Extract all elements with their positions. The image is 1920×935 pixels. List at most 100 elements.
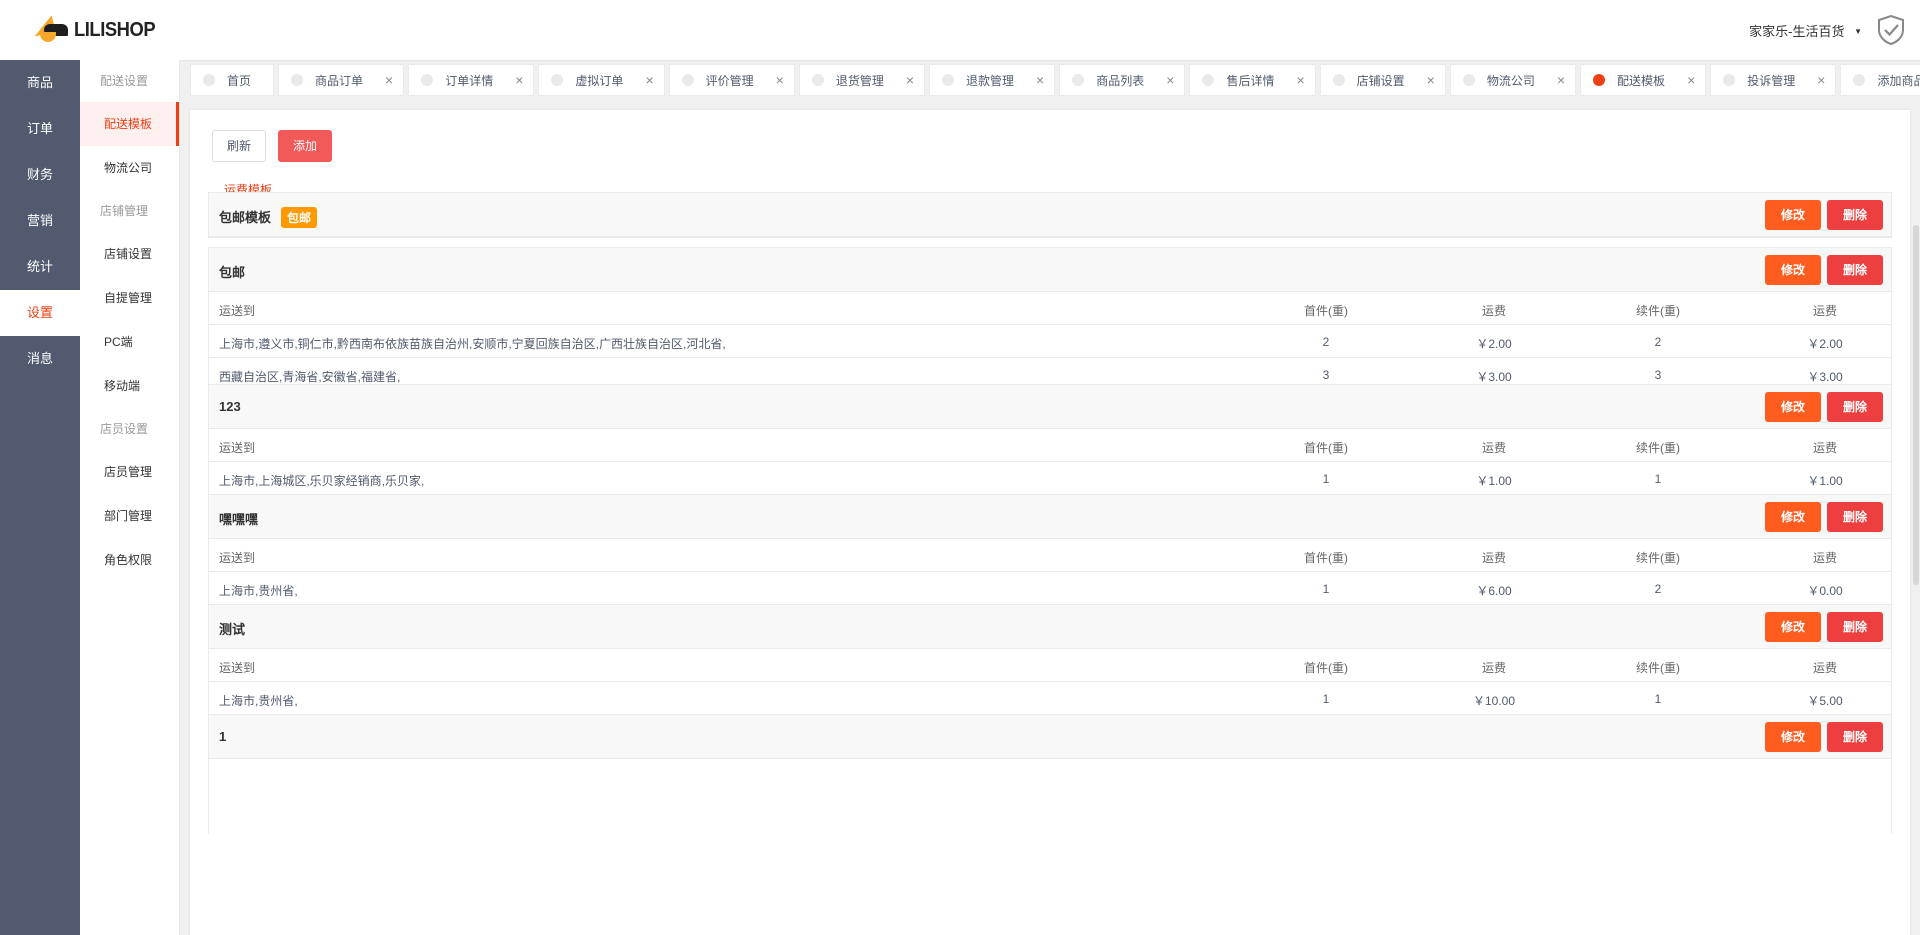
table-cell: 1 [1654,472,1662,486]
page-tab[interactable]: 投诉管理 × [1710,64,1837,96]
table-cell: ￥1.00 [1807,474,1843,488]
nav-item-4[interactable]: 统计 [0,244,80,290]
edit-button[interactable]: 修改 [1765,392,1821,422]
status-dot-icon [681,74,694,86]
sidebar-item[interactable]: 店铺设置 [80,232,179,276]
table-cell: 1 [1654,692,1662,706]
page-tabs: 首页 商品订单 × 订单详情 × 虚拟订单 × 评价管理 × 退货管理 × 退款管理 × 商品列表 × 售后详… [180,62,1920,98]
page-tab[interactable]: 订单详情 × [408,64,535,96]
primary-nav-list: 商品 订单 财务 营销 统计 设置 消息 [0,60,80,382]
sidebar-item[interactable]: 自提管理 [80,276,179,320]
column-header: 运送到 [219,441,256,455]
column-header: 运费 [1481,441,1506,455]
nav-item-1[interactable]: 订单 [0,106,80,152]
delete-button[interactable]: 删除 [1827,200,1883,230]
page-tab[interactable]: 退款管理 × [929,64,1056,96]
nav-item-6[interactable]: 消息 [0,336,80,382]
sidebar-item[interactable]: 移动端 [80,364,179,408]
template-card: 包邮模板 包邮 修改 删除 [208,192,1892,238]
page-tab[interactable]: 配送模板 × [1580,64,1707,96]
nav-item-2[interactable]: 财务 [0,152,80,198]
sidebar-item[interactable]: 角色权限 [80,538,179,582]
table-cell: 2 [1654,582,1662,596]
close-icon[interactable]: × [645,72,653,88]
scrollbar-thumb[interactable] [1913,225,1919,585]
nav-group-label: 配送设置 [100,74,149,88]
page-tab[interactable]: 添加商品× [1840,64,1920,96]
table-cell: 1 [1322,582,1330,596]
status-dot-icon [1723,74,1736,86]
template-title: 123 [219,399,241,414]
page-tab[interactable]: 物流公司 × [1449,64,1577,96]
close-icon[interactable]: × [1557,72,1565,88]
nav-item-5[interactable]: 设置 [0,290,80,336]
delete-button[interactable]: 删除 [1827,502,1883,532]
template-card: 测试 修改 删除 运送到 首件(重) 运费 续件(重) 运费 上海市,贵州省, 1 ￥10.00 1 ￥… [208,604,1892,716]
nav-item-0[interactable]: 商品 [0,60,80,106]
edit-button[interactable]: 修改 [1765,502,1821,532]
page-tab-label: 订单详情 [445,73,494,88]
close-icon[interactable]: × [385,72,393,88]
page-tab[interactable]: 售后详情 × [1189,64,1316,96]
column-header: 运送到 [219,661,256,675]
close-icon[interactable]: × [1427,72,1435,88]
table-cell: ￥3.00 [1476,370,1512,384]
sidebar-item[interactable]: 部门管理 [80,494,179,538]
delete-button[interactable]: 删除 [1827,722,1883,752]
table-header-row: 运送到 首件(重) 运费 续件(重) 运费 [209,292,1891,325]
template-card: 包邮 修改 删除 运送到 首件(重) 运费 续件(重) 运费 上海市,遵义市,铜仁市,黔西南布依… [208,247,1892,392]
shield-check-icon[interactable] [1876,14,1906,46]
page-tab[interactable]: 商品订单 × [278,64,405,96]
page-tab-label: 首页 [227,73,252,88]
close-icon[interactable]: × [1296,72,1304,88]
delete-button[interactable]: 删除 [1827,392,1883,422]
add-button[interactable]: 添加 [278,130,333,162]
page-tab[interactable]: 虚拟订单 × [538,64,665,96]
edit-button[interactable]: 修改 [1765,255,1821,285]
page-tab[interactable]: 店铺设置 × [1319,64,1446,96]
close-icon[interactable]: × [1687,72,1695,88]
store-selector[interactable]: 家家乐-生活百货 ▼ [1749,21,1862,40]
delete-button[interactable]: 删除 [1827,612,1883,642]
column-header: 续件(重) [1636,304,1680,318]
brand-logo[interactable]: LILISHOP [0,0,180,60]
page-tab[interactable]: 退货管理 × [798,64,926,96]
template-name: 包邮模板 [219,210,272,225]
close-icon[interactable]: × [1036,72,1044,88]
nav-item-3[interactable]: 营销 [0,198,80,244]
sidebar-item[interactable]: 配送模板 [80,102,179,146]
edit-button[interactable]: 修改 [1765,722,1821,752]
page-tab[interactable]: 评价管理 × [668,64,795,96]
refresh-button[interactable]: 刷新 [212,130,267,162]
status-dot-icon [291,74,304,86]
table-cell: ￥10.00 [1472,694,1516,708]
close-icon[interactable]: × [776,72,784,88]
template-title: 包邮 [219,262,245,281]
template-card: 1 修改 删除 [208,714,1892,834]
template-card: 123 修改 删除 运送到 首件(重) 运费 续件(重) 运费 上海市,上海城区,乐贝家经销商,… [208,384,1892,496]
close-icon[interactable]: × [1817,72,1825,88]
delete-button[interactable]: 删除 [1827,255,1883,285]
nav-group-label: 店铺管理 [100,204,149,218]
status-dot-icon [1072,74,1085,86]
close-icon[interactable]: × [906,72,914,88]
template-header: 包邮模板 包邮 修改 删除 [209,193,1891,237]
edit-button[interactable]: 修改 [1765,200,1821,230]
column-header: 运费 [1812,304,1837,318]
status-dot-icon [942,74,955,86]
sidebar-item[interactable]: 店员管理 [80,450,179,494]
edit-button[interactable]: 修改 [1765,612,1821,642]
sidebar-item[interactable]: 物流公司 [80,146,179,190]
primary-nav: 商品 订单 财务 营销 统计 设置 消息 [0,0,80,935]
page-tab[interactable]: 首页 [190,64,275,96]
page-tab-label: 退款管理 [966,73,1015,88]
status-dot-icon [1202,74,1215,86]
table-cell: 上海市,贵州省, [219,694,298,708]
scrollbar[interactable] [1912,110,1920,935]
status-dot-icon [421,74,434,86]
sidebar-item[interactable]: PC端 [80,320,179,364]
close-icon[interactable]: × [515,72,523,88]
page-tab[interactable]: 商品列表 × [1059,64,1186,96]
column-header: 运送到 [219,304,256,318]
close-icon[interactable]: × [1166,72,1174,88]
